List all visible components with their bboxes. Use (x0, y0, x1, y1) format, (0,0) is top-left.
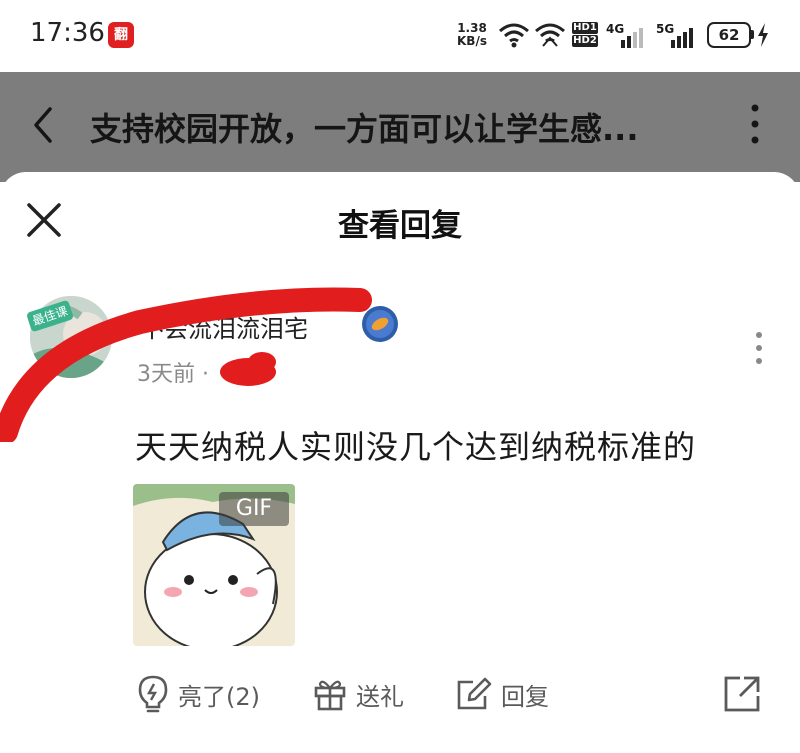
battery-indicator: 62 (707, 22, 751, 48)
signal-strength-icon-2 (671, 28, 693, 48)
more-options-icon[interactable] (748, 102, 762, 146)
reply-label: 回复 (501, 682, 549, 711)
page-title: 支持校园开放，一方面可以让学生感... (90, 110, 639, 148)
wifi-icon (499, 23, 529, 48)
lightbulb-icon (138, 675, 168, 713)
hd2-label: HD2 (572, 35, 598, 47)
gift-button[interactable]: 送礼 (312, 672, 404, 716)
username[interactable]: 不会流泪流泪宅 (140, 309, 308, 344)
wifi-hotspot-icon (535, 23, 565, 47)
meta-separator: · (202, 362, 209, 387)
share-icon[interactable] (722, 674, 762, 714)
like-label: 亮了(2) (178, 682, 260, 711)
comment-meta: 3天前 · (137, 356, 209, 388)
charging-icon (758, 23, 768, 47)
like-button[interactable]: 亮了(2) (136, 672, 260, 716)
gif-badge: GIF (219, 492, 289, 526)
status-bar: 17:36 翻 1.38 KB/s HD1 HD2 4G 5G 62 (0, 0, 800, 72)
page-header: 支持校园开放，一方面可以让学生感... (0, 72, 800, 182)
status-time: 17:36 (30, 18, 105, 48)
hd-volte-icon: HD1 HD2 (572, 22, 598, 47)
sheet-title: 查看回复 (338, 208, 462, 244)
edit-reply-icon (457, 677, 492, 710)
battery-tip (751, 30, 754, 39)
comment-more-icon[interactable] (754, 330, 764, 366)
reply-sheet: 查看回复 最佳课 不会流泪流泪宅 3天前 · 天天纳税人实则没几个达到纳税标准的 (0, 172, 800, 753)
comment-text: 天天纳税人实则没几个达到纳税标准的 (135, 428, 697, 466)
back-icon[interactable] (30, 105, 56, 145)
gift-label: 送礼 (356, 682, 404, 711)
comment-time: 3天前 (137, 362, 195, 387)
network-speed-unit: KB/s (457, 34, 487, 48)
user-badge-icon[interactable] (360, 304, 400, 344)
app-notification-icon: 翻 (108, 22, 134, 48)
comment-gif-image[interactable]: GIF (133, 484, 295, 646)
network-speed: 1.38 KB/s (452, 22, 492, 48)
gift-icon (314, 680, 346, 711)
hd1-label: HD1 (572, 22, 598, 34)
signal-strength-icon (621, 28, 643, 48)
reply-button[interactable]: 回复 (455, 672, 549, 716)
